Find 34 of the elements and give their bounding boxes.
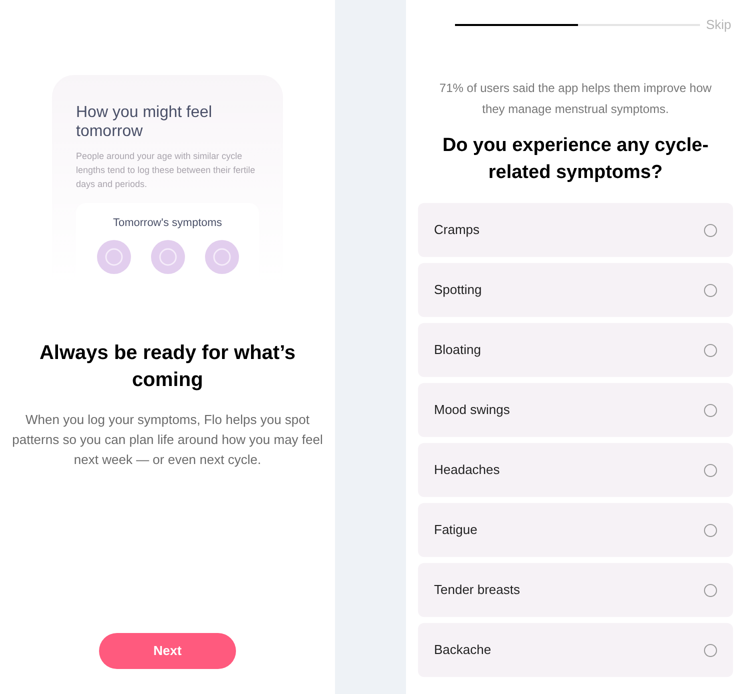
option-label: Fatigue xyxy=(434,521,478,540)
option-label: Tender breasts xyxy=(434,581,520,600)
symptom-option[interactable]: Fatigue xyxy=(418,503,733,557)
radio-button[interactable] xyxy=(704,404,717,416)
option-label: Backache xyxy=(434,641,492,660)
symptom-option[interactable]: Backache xyxy=(418,623,733,677)
symptom-option[interactable]: Cramps xyxy=(418,203,733,257)
symptom-option[interactable]: Bloating xyxy=(418,323,733,377)
option-label: Bloating xyxy=(434,341,481,360)
radio-button[interactable] xyxy=(704,224,717,236)
radio-button[interactable] xyxy=(704,524,717,536)
intro-heading: Always be ready for what’s coming xyxy=(38,341,296,393)
radio-button[interactable] xyxy=(704,284,717,296)
option-label: Mood swings xyxy=(434,401,510,420)
symptom-option[interactable]: Headaches xyxy=(418,443,733,497)
symptom-option[interactable]: Tender breasts xyxy=(418,563,733,617)
symptom-option[interactable]: Mood swings xyxy=(418,383,733,437)
option-label: Headaches xyxy=(434,461,500,480)
symptom-icon xyxy=(96,240,130,274)
card-title: How you might feel tomorrow xyxy=(76,103,214,141)
symptoms-title: Tomorrow's symptoms xyxy=(112,216,222,231)
radio-button[interactable] xyxy=(704,644,717,656)
radio-button[interactable] xyxy=(704,344,717,356)
option-label: Spotting xyxy=(434,281,482,300)
symptom-icon xyxy=(204,240,238,274)
symptom-icon xyxy=(150,240,184,274)
question-title: Do you experience any cycle-related symptoms? xyxy=(441,134,710,185)
stat-text: 71% of users said the app helps them improve how they manage menstrual symptoms. xyxy=(438,80,713,118)
card-text: People around your age with similar cycle lengths tend to log these between their fertile days and periods. xyxy=(76,150,256,191)
radio-button[interactable] xyxy=(704,464,717,476)
symptom-option[interactable]: Spotting xyxy=(418,263,733,317)
radio-button[interactable] xyxy=(704,584,717,596)
option-label: Cramps xyxy=(434,221,480,240)
intro-text: When you log your symptoms, Flo helps you spot patterns so you can plan life around how you may feel next week — or even next cycle. xyxy=(11,411,324,469)
